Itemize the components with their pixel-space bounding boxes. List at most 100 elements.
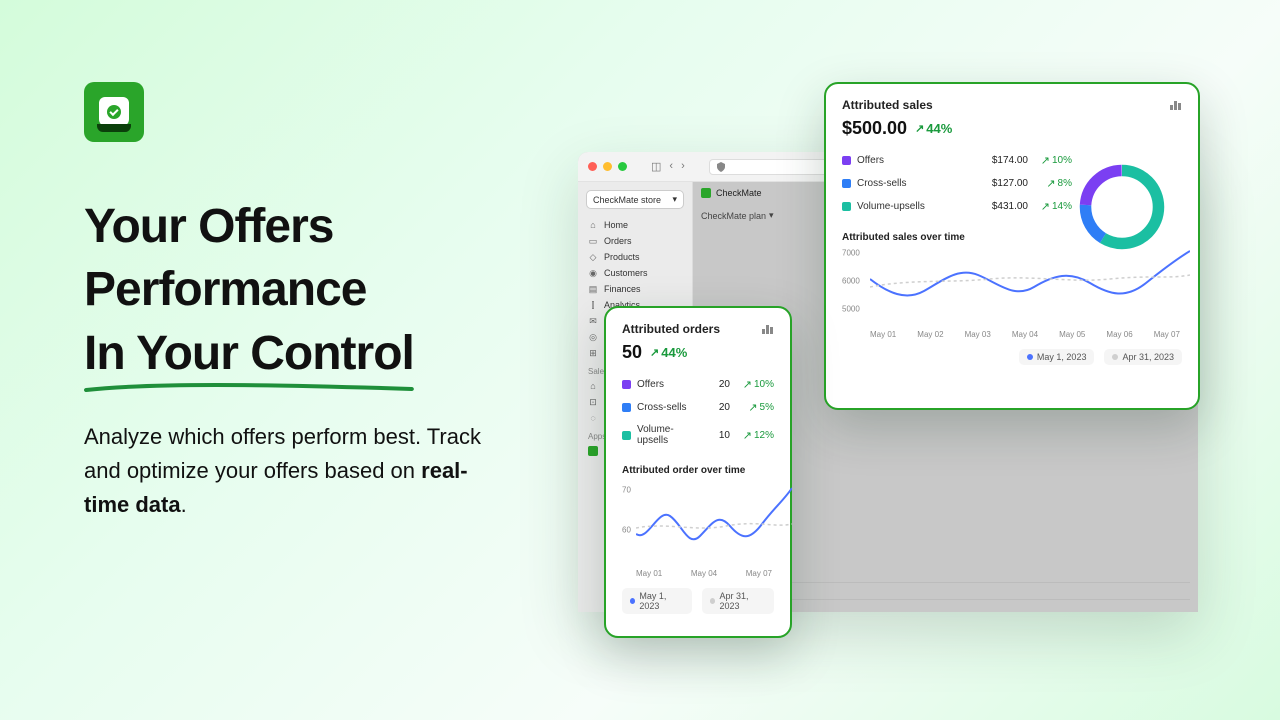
metric-name: Volume-upsells [637,424,698,446]
sales-chart: 7000 6000 5000 May 01 May 02 May 03 May … [842,249,1182,339]
store-icon: ⌂ [588,381,598,391]
chart-title: Attributed order over time [622,465,774,476]
trend-up-icon: ↗ [915,122,924,135]
attributed-orders-card: Attributed orders 50 ↗44% Offers20↗10%Cr… [604,306,792,638]
app-badge-icon [701,188,711,198]
y-tick: 6000 [842,277,860,286]
metric-name: Volume-upsells [857,201,966,212]
bar-chart-icon[interactable] [1170,100,1182,110]
sidebar-item-finances[interactable]: ▤Finances [578,281,692,297]
sidebar-item-label: Home [604,220,628,230]
x-tick: May 01 [870,330,896,339]
tag-icon: ⊡ [588,397,598,407]
sidebar-item-label: Products [604,252,640,262]
subheading: Analyze which offers perform best. Track… [84,420,504,522]
color-swatch [842,202,851,211]
color-swatch [842,179,851,188]
metric-delta: ↗10% [1028,154,1072,167]
metric-value: 20 [698,402,730,413]
legend-item[interactable]: May 1, 2023 [1019,349,1095,365]
circle-icon: ◌ [588,413,598,423]
y-tick: 70 [622,486,631,495]
chart-legend: May 1, 2023 Apr 31, 2023 [842,349,1182,365]
orders-delta: ↗44% [650,345,687,360]
sales-delta: ↗44% [915,121,952,136]
x-tick: May 06 [1106,330,1132,339]
subheading-tail: . [181,492,187,517]
store-switcher[interactable]: CheckMate store ▾ [586,190,684,209]
color-swatch [622,431,631,440]
legend-item[interactable]: Apr 31, 2023 [1104,349,1182,365]
breadcrumb: CheckMate [701,188,762,198]
target-icon: ◎ [588,332,598,342]
nav-icon: ◇ [588,252,598,262]
bar-chart-icon[interactable] [762,324,774,334]
x-tick: May 07 [1154,330,1180,339]
sidebar-toggle-icon[interactable]: ◫ [651,160,661,173]
nav-icon: ✉ [588,316,598,326]
sales-total: $500.00 [842,118,907,139]
chart-legend: May 1, 2023 Apr 31, 2023 [622,588,774,614]
orders-total: 50 [622,342,642,363]
trend-up-icon: ↗ [1041,154,1050,167]
sidebar-item-label: Finances [604,284,641,294]
sidebar-item-label: Orders [604,236,632,246]
metric-row: Offers$174.00↗10% [842,149,1072,172]
metric-delta: ↗5% [730,401,774,414]
legend-item[interactable]: Apr 31, 2023 [702,588,774,614]
metric-name: Cross-sells [857,178,966,189]
nav-forward-icon[interactable]: › [681,160,685,173]
orders-chart: 70 60 May 01 May 04 May 07 [622,482,774,578]
x-tick: May 01 [636,569,662,578]
x-tick: May 04 [691,569,717,578]
sidebar-item-customers[interactable]: ◉ Customers [578,265,692,281]
legend-item[interactable]: May 1, 2023 [622,588,692,614]
window-minimize-icon[interactable] [603,162,612,171]
metric-row: Volume-upsells10↗12% [622,419,774,451]
metric-name: Cross-sells [637,402,698,413]
sidebar-item-label: Customers [604,268,648,278]
plan-selector[interactable]: CheckMate plan ▾ [701,210,774,221]
card-title: Attributed sales [842,98,933,112]
metric-value: 20 [698,379,730,390]
metric-delta: ↗8% [1028,177,1072,190]
app-logo [84,82,144,142]
sidebar-item-products[interactable]: ◇ Products [578,249,692,265]
nav-icon: ◉ [588,268,598,278]
headline: Your Offers Performance In Your Control [84,195,414,385]
nav-icon: ▭ [588,236,598,246]
y-tick: 5000 [842,305,860,314]
nav-icon: ⫿ [588,300,598,310]
color-swatch [842,156,851,165]
breadcrumb-label: CheckMate [716,188,762,198]
underline-icon [84,381,414,395]
metric-value: $127.00 [966,178,1028,189]
window-close-icon[interactable] [588,162,597,171]
metric-name: Offers [637,379,698,390]
trend-up-icon: ↗ [1041,200,1050,213]
nav-back-icon[interactable]: ‹ [669,160,673,173]
x-tick: May 03 [965,330,991,339]
trend-up-icon: ↗ [743,378,752,391]
color-swatch [622,380,631,389]
window-maximize-icon[interactable] [618,162,627,171]
metric-row: Cross-sells20↗5% [622,396,774,419]
sidebar-item-orders[interactable]: ▭ Orders [578,233,692,249]
metric-delta: ↗14% [1028,200,1072,213]
sidebar-item-home[interactable]: ⌂Home [578,217,692,233]
sales-donut-chart [1074,159,1170,255]
attributed-sales-card: Attributed sales $500.00 ↗44% Offers$174… [824,82,1200,410]
chevron-down-icon: ▾ [672,194,677,205]
headline-line-2: Performance [84,258,414,321]
app-icon [588,446,598,456]
grid-icon: ⊞ [588,348,598,358]
metric-name: Offers [857,155,966,166]
plan-label: CheckMate plan [701,211,766,221]
metric-delta: ↗12% [730,429,774,442]
headline-line-3: In Your Control [84,327,414,380]
x-tick: May 05 [1059,330,1085,339]
chevron-down-icon: ▾ [769,210,774,221]
metric-row: Cross-sells$127.00↗8% [842,172,1072,195]
y-tick: 60 [622,526,631,535]
trend-up-icon: ↗ [743,429,752,442]
